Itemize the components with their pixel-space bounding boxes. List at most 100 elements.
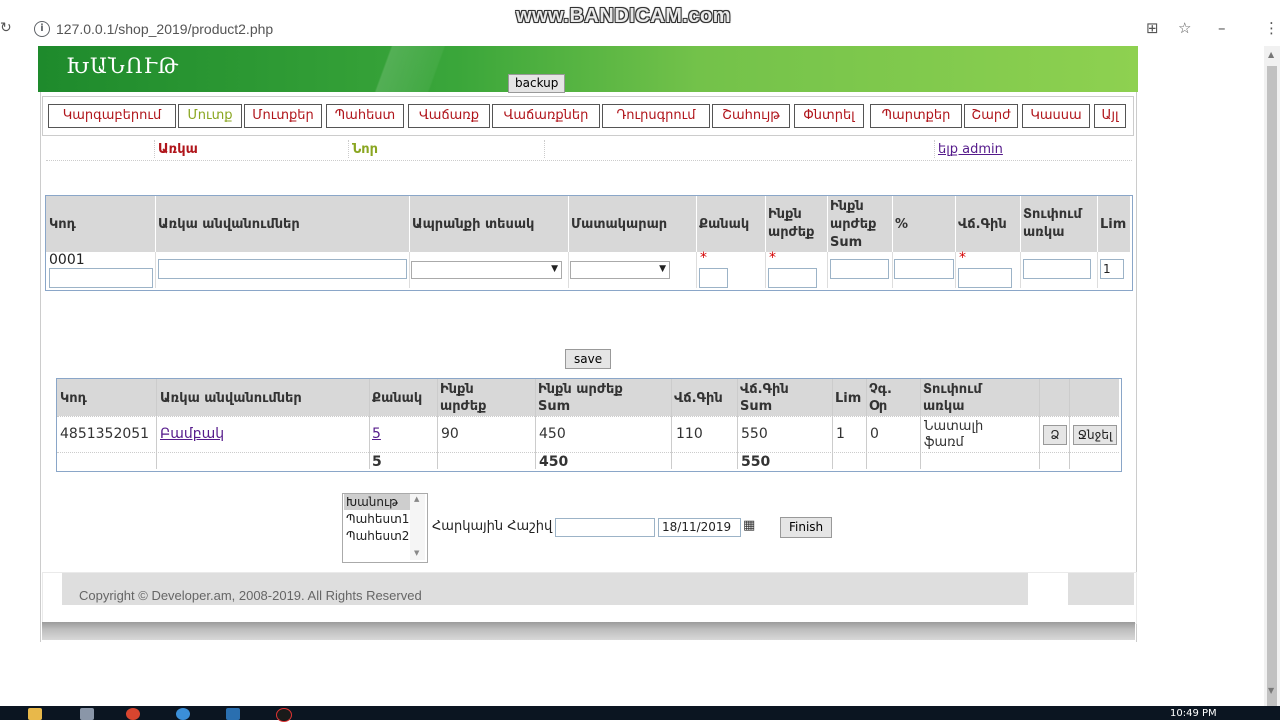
translate-icon[interactable]: ⊞: [1146, 19, 1159, 37]
nav-item-entries[interactable]: Մուտքեր: [244, 104, 322, 128]
subnav-divider: [544, 140, 545, 158]
column-divider: [155, 252, 156, 288]
listbox-option-shop[interactable]: Խանութ: [344, 494, 410, 510]
logout-link[interactable]: ելք admin: [938, 142, 1003, 157]
lim-input[interactable]: 1: [1100, 259, 1124, 279]
column-divider: [920, 379, 921, 469]
column-divider: [369, 379, 370, 469]
listbox-option-warehouse2[interactable]: Պահեստ2: [344, 528, 410, 544]
name-input[interactable]: [158, 259, 407, 279]
profile-icon[interactable]: –: [1218, 19, 1226, 37]
tax-account-input[interactable]: [555, 518, 655, 537]
column-divider: [1020, 252, 1021, 288]
box-input[interactable]: [1023, 259, 1091, 279]
calendar-icon[interactable]: ▦: [743, 518, 755, 533]
date-input[interactable]: 18/11/2019: [658, 518, 741, 537]
form-header-price: Վճ.Գին: [958, 217, 1007, 232]
column-divider: [671, 379, 672, 469]
listbox-option-warehouse1[interactable]: Պահեստ1: [344, 511, 410, 527]
footer-bar: [42, 622, 1135, 640]
nav-item-profit[interactable]: Շահույթ: [712, 104, 790, 128]
info-icon[interactable]: i: [34, 21, 50, 37]
results-header-lim: Lim: [835, 391, 862, 406]
nav-item-warehouse[interactable]: Պահեստ: [326, 104, 404, 128]
scroll-up-icon[interactable]: ▲: [414, 495, 419, 503]
save-button[interactable]: save: [565, 349, 612, 369]
delete-button[interactable]: Ջնջել: [1073, 425, 1117, 445]
nav-item-writeoff[interactable]: Դուրսգրում: [602, 104, 710, 128]
subnav-divider: [348, 140, 349, 158]
finish-button[interactable]: Finish: [780, 517, 833, 538]
results-header-box: Տուփում առկա: [923, 382, 982, 414]
nav-item-debts[interactable]: Պարտքեր: [870, 104, 962, 128]
row-price-sum: 550: [741, 426, 768, 442]
scrollbar-thumb[interactable]: [1267, 66, 1277, 716]
nav-item-entry[interactable]: Մուտք: [178, 104, 242, 128]
total-cost-sum: 450: [539, 454, 569, 470]
supplier-select[interactable]: ▼: [570, 261, 670, 279]
row-days: 0: [870, 426, 879, 442]
column-divider: [696, 252, 697, 288]
row-qty-link[interactable]: 5: [372, 426, 381, 442]
recording-watermark: www.BANDICAM.com: [516, 5, 732, 27]
price-input[interactable]: [958, 268, 1012, 288]
table-row-divider: [57, 452, 1119, 453]
total-qty: 5: [372, 454, 382, 470]
percent-input[interactable]: [894, 259, 954, 279]
listbox-scrollbar[interactable]: ▲ ▼: [410, 494, 425, 560]
nav-item-settings[interactable]: Կարգաբերում: [48, 104, 176, 128]
nav-item-cash[interactable]: Կասսա: [1022, 104, 1090, 128]
column-divider: [535, 379, 536, 469]
url-text[interactable]: 127.0.0.1/shop_2019/product2.php: [56, 21, 273, 37]
menu-icon[interactable]: ⋮: [1264, 19, 1279, 37]
page-scrollbar[interactable]: ▲ ▼: [1264, 46, 1280, 716]
scroll-down-icon[interactable]: ▼: [414, 549, 419, 557]
scroll-up-icon[interactable]: ▲: [1268, 50, 1274, 59]
tax-account-label: Հարկային Հաշիվ: [432, 519, 553, 534]
subnav-item-new[interactable]: Նոր: [352, 142, 378, 157]
results-header-days: Չգ. Օր: [869, 382, 892, 414]
folder-icon[interactable]: [28, 708, 42, 720]
required-marker: *: [959, 250, 966, 266]
product-type-select[interactable]: ▼: [411, 261, 562, 279]
reload-icon[interactable]: ↻: [0, 20, 12, 36]
cost-input[interactable]: [768, 268, 817, 288]
total-price-sum: 550: [741, 454, 771, 470]
backup-button[interactable]: backup: [508, 74, 566, 93]
chrome-icon[interactable]: [126, 708, 140, 720]
nav-item-sales[interactable]: Վաճառքներ: [492, 104, 600, 128]
subnav-item-existing[interactable]: Առկա: [158, 142, 198, 157]
app-icon[interactable]: [176, 708, 190, 720]
results-header-qty: Քանակ: [372, 391, 423, 406]
edit-button[interactable]: Ձ: [1043, 425, 1067, 445]
nav-item-movement[interactable]: Շարժ: [964, 104, 1018, 128]
cost-sum-input[interactable]: [830, 259, 889, 279]
star-icon[interactable]: ☆: [1178, 19, 1191, 37]
column-divider: [765, 252, 766, 288]
column-divider: [1097, 252, 1098, 288]
results-header-code: Կոդ: [60, 391, 87, 406]
chevron-down-icon: ▼: [659, 264, 666, 274]
subnav-divider: [154, 140, 155, 158]
table-row-divider: [57, 416, 1119, 417]
form-header-supplier: Մատակարար: [571, 217, 668, 232]
column-divider: [866, 379, 867, 469]
header-decoration: [338, 46, 498, 92]
nav-item-sale[interactable]: Վաճառք: [408, 104, 490, 128]
app-icon[interactable]: [80, 708, 94, 720]
row-box: Նատալի ֆառմ: [924, 419, 984, 450]
form-header-cost: Ինքն արժեք: [768, 207, 815, 240]
scroll-down-icon[interactable]: ▼: [1268, 686, 1274, 695]
column-divider: [955, 252, 956, 288]
app-icon[interactable]: [226, 708, 240, 720]
quantity-input[interactable]: [699, 268, 728, 288]
column-divider: [827, 252, 828, 288]
copyright-text: Copyright © Developer.am, 2008-2019. All…: [79, 588, 422, 603]
row-name-link[interactable]: Բամբակ: [160, 426, 224, 442]
nav-item-other[interactable]: Այլ: [1094, 104, 1126, 128]
code-input[interactable]: [49, 268, 153, 288]
column-divider: [437, 379, 438, 469]
nav-item-search[interactable]: Փնտրել: [794, 104, 864, 128]
results-header-name: Առկա անվանումներ: [160, 391, 302, 406]
footer-side: [1068, 573, 1134, 605]
